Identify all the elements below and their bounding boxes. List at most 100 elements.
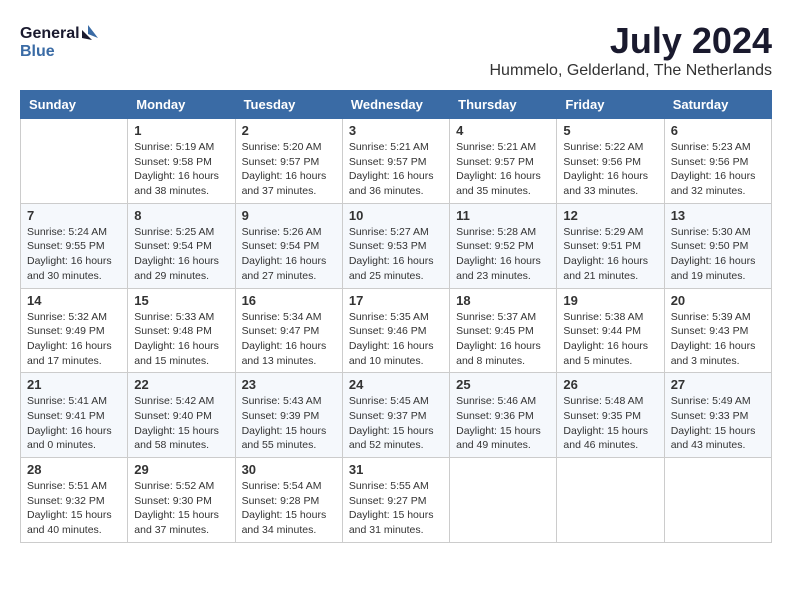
day-info: Sunrise: 5:38 AM Sunset: 9:44 PM Dayligh… (563, 310, 657, 369)
week-row-1: 1 Sunrise: 5:19 AM Sunset: 9:58 PM Daylig… (21, 119, 772, 204)
day-number: 12 (563, 208, 657, 223)
day-number: 18 (456, 293, 550, 308)
day-info: Sunrise: 5:29 AM Sunset: 9:51 PM Dayligh… (563, 225, 657, 284)
calendar-cell: 15Sunrise: 5:33 AM Sunset: 9:48 PM Dayli… (128, 288, 235, 373)
header-friday: Friday (557, 91, 664, 119)
day-number: 11 (456, 208, 550, 223)
day-number: 20 (671, 293, 765, 308)
header-thursday: Thursday (450, 91, 557, 119)
svg-text:General: General (20, 25, 80, 42)
calendar-cell: 28 Sunrise: 5:51 AM Sunset: 9:32 PM Dayli… (21, 458, 128, 543)
header-area: GeneralBlue July 2024 Hummelo, Gelderlan… (20, 20, 772, 80)
calendar-cell: 27 Sunrise: 5:49 AM Sunset: 9:33 PM Dayli… (664, 373, 771, 458)
day-info: Sunrise: 5:34 AM Sunset: 9:47 PM Dayligh… (242, 310, 336, 369)
calendar-cell: 18Sunrise: 5:37 AM Sunset: 9:45 PM Dayli… (450, 288, 557, 373)
day-info: Sunrise: 5:41 AM Sunset: 9:41 PM Dayligh… (27, 394, 121, 453)
week-row-4: 21 Sunrise: 5:41 AM Sunset: 9:41 PM Dayli… (21, 373, 772, 458)
calendar-cell: 30Sunrise: 5:54 AM Sunset: 9:28 PM Dayli… (235, 458, 342, 543)
day-number: 29 (134, 462, 228, 477)
calendar-cell: 16 Sunrise: 5:34 AM Sunset: 9:47 PM Dayli… (235, 288, 342, 373)
day-info: Sunrise: 5:30 AM Sunset: 9:50 PM Dayligh… (671, 225, 765, 284)
day-info: Sunrise: 5:45 AM Sunset: 9:37 PM Dayligh… (349, 394, 443, 453)
calendar-cell: 19 Sunrise: 5:38 AM Sunset: 9:44 PM Dayli… (557, 288, 664, 373)
day-number: 9 (242, 208, 336, 223)
calendar-cell: 4Sunrise: 5:21 AM Sunset: 9:57 PM Daylig… (450, 119, 557, 204)
calendar-cell: 21 Sunrise: 5:41 AM Sunset: 9:41 PM Dayli… (21, 373, 128, 458)
day-info: Sunrise: 5:51 AM Sunset: 9:32 PM Dayligh… (27, 479, 121, 538)
day-number: 25 (456, 377, 550, 392)
calendar-cell: 17Sunrise: 5:35 AM Sunset: 9:46 PM Dayli… (342, 288, 449, 373)
calendar-cell (557, 458, 664, 543)
header-tuesday: Tuesday (235, 91, 342, 119)
calendar-cell: 22Sunrise: 5:42 AM Sunset: 9:40 PM Dayli… (128, 373, 235, 458)
calendar-cell (450, 458, 557, 543)
day-number: 24 (349, 377, 443, 392)
calendar-cell: 6 Sunrise: 5:23 AM Sunset: 9:56 PM Daylig… (664, 119, 771, 204)
location: Hummelo, Gelderland, The Netherlands (489, 62, 772, 80)
day-number: 27 (671, 377, 765, 392)
header-sunday: Sunday (21, 91, 128, 119)
day-info: Sunrise: 5:23 AM Sunset: 9:56 PM Dayligh… (671, 140, 765, 199)
day-info: Sunrise: 5:27 AM Sunset: 9:53 PM Dayligh… (349, 225, 443, 284)
day-number: 3 (349, 123, 443, 138)
calendar-cell: 7 Sunrise: 5:24 AM Sunset: 9:55 PM Daylig… (21, 203, 128, 288)
day-info: Sunrise: 5:26 AM Sunset: 9:54 PM Dayligh… (242, 225, 336, 284)
day-number: 4 (456, 123, 550, 138)
calendar-cell: 29 Sunrise: 5:52 AM Sunset: 9:30 PM Dayli… (128, 458, 235, 543)
day-number: 31 (349, 462, 443, 477)
header-saturday: Saturday (664, 91, 771, 119)
week-row-3: 14 Sunrise: 5:32 AM Sunset: 9:49 PM Dayli… (21, 288, 772, 373)
calendar-cell: 10Sunrise: 5:27 AM Sunset: 9:53 PM Dayli… (342, 203, 449, 288)
calendar-cell: 1 Sunrise: 5:19 AM Sunset: 9:58 PM Daylig… (128, 119, 235, 204)
day-info: Sunrise: 5:46 AM Sunset: 9:36 PM Dayligh… (456, 394, 550, 453)
calendar-cell: 26 Sunrise: 5:48 AM Sunset: 9:35 PM Dayli… (557, 373, 664, 458)
day-number: 14 (27, 293, 121, 308)
calendar-cell: 12 Sunrise: 5:29 AM Sunset: 9:51 PM Dayli… (557, 203, 664, 288)
day-number: 1 (134, 123, 228, 138)
calendar-cell: 9 Sunrise: 5:26 AM Sunset: 9:54 PM Daylig… (235, 203, 342, 288)
day-number: 7 (27, 208, 121, 223)
day-info: Sunrise: 5:43 AM Sunset: 9:39 PM Dayligh… (242, 394, 336, 453)
day-number: 28 (27, 462, 121, 477)
day-number: 30 (242, 462, 336, 477)
day-number: 26 (563, 377, 657, 392)
logo-icon: GeneralBlue (20, 20, 100, 65)
day-number: 8 (134, 208, 228, 223)
calendar-cell: 8Sunrise: 5:25 AM Sunset: 9:54 PM Daylig… (128, 203, 235, 288)
day-number: 21 (27, 377, 121, 392)
calendar-cell: 24 Sunrise: 5:45 AM Sunset: 9:37 PM Dayli… (342, 373, 449, 458)
day-info: Sunrise: 5:49 AM Sunset: 9:33 PM Dayligh… (671, 394, 765, 453)
day-info: Sunrise: 5:24 AM Sunset: 9:55 PM Dayligh… (27, 225, 121, 284)
logo: GeneralBlue (20, 20, 100, 65)
day-number: 23 (242, 377, 336, 392)
week-row-5: 28 Sunrise: 5:51 AM Sunset: 9:32 PM Dayli… (21, 458, 772, 543)
day-info: Sunrise: 5:48 AM Sunset: 9:35 PM Dayligh… (563, 394, 657, 453)
day-info: Sunrise: 5:52 AM Sunset: 9:30 PM Dayligh… (134, 479, 228, 538)
week-row-2: 7 Sunrise: 5:24 AM Sunset: 9:55 PM Daylig… (21, 203, 772, 288)
calendar-cell: 25 Sunrise: 5:46 AM Sunset: 9:36 PM Dayli… (450, 373, 557, 458)
title-area: July 2024 Hummelo, Gelderland, The Nethe… (489, 20, 772, 80)
calendar: Sunday Monday Tuesday Wednesday Thursday… (20, 90, 772, 543)
calendar-cell: 23 Sunrise: 5:43 AM Sunset: 9:39 PM Dayli… (235, 373, 342, 458)
day-number: 5 (563, 123, 657, 138)
calendar-cell (21, 119, 128, 204)
day-info: Sunrise: 5:33 AM Sunset: 9:48 PM Dayligh… (134, 310, 228, 369)
calendar-cell: 5 Sunrise: 5:22 AM Sunset: 9:56 PM Daylig… (557, 119, 664, 204)
header-wednesday: Wednesday (342, 91, 449, 119)
day-number: 19 (563, 293, 657, 308)
day-info: Sunrise: 5:32 AM Sunset: 9:49 PM Dayligh… (27, 310, 121, 369)
calendar-cell: 11Sunrise: 5:28 AM Sunset: 9:52 PM Dayli… (450, 203, 557, 288)
day-info: Sunrise: 5:19 AM Sunset: 9:58 PM Dayligh… (134, 140, 228, 199)
calendar-cell: 20 Sunrise: 5:39 AM Sunset: 9:43 PM Dayli… (664, 288, 771, 373)
day-info: Sunrise: 5:22 AM Sunset: 9:56 PM Dayligh… (563, 140, 657, 199)
day-info: Sunrise: 5:39 AM Sunset: 9:43 PM Dayligh… (671, 310, 765, 369)
day-number: 6 (671, 123, 765, 138)
day-info: Sunrise: 5:35 AM Sunset: 9:46 PM Dayligh… (349, 310, 443, 369)
calendar-cell: 14 Sunrise: 5:32 AM Sunset: 9:49 PM Dayli… (21, 288, 128, 373)
day-number: 13 (671, 208, 765, 223)
day-info: Sunrise: 5:55 AM Sunset: 9:27 PM Dayligh… (349, 479, 443, 538)
calendar-cell: 3Sunrise: 5:21 AM Sunset: 9:57 PM Daylig… (342, 119, 449, 204)
day-info: Sunrise: 5:42 AM Sunset: 9:40 PM Dayligh… (134, 394, 228, 453)
day-number: 16 (242, 293, 336, 308)
day-info: Sunrise: 5:20 AM Sunset: 9:57 PM Dayligh… (242, 140, 336, 199)
